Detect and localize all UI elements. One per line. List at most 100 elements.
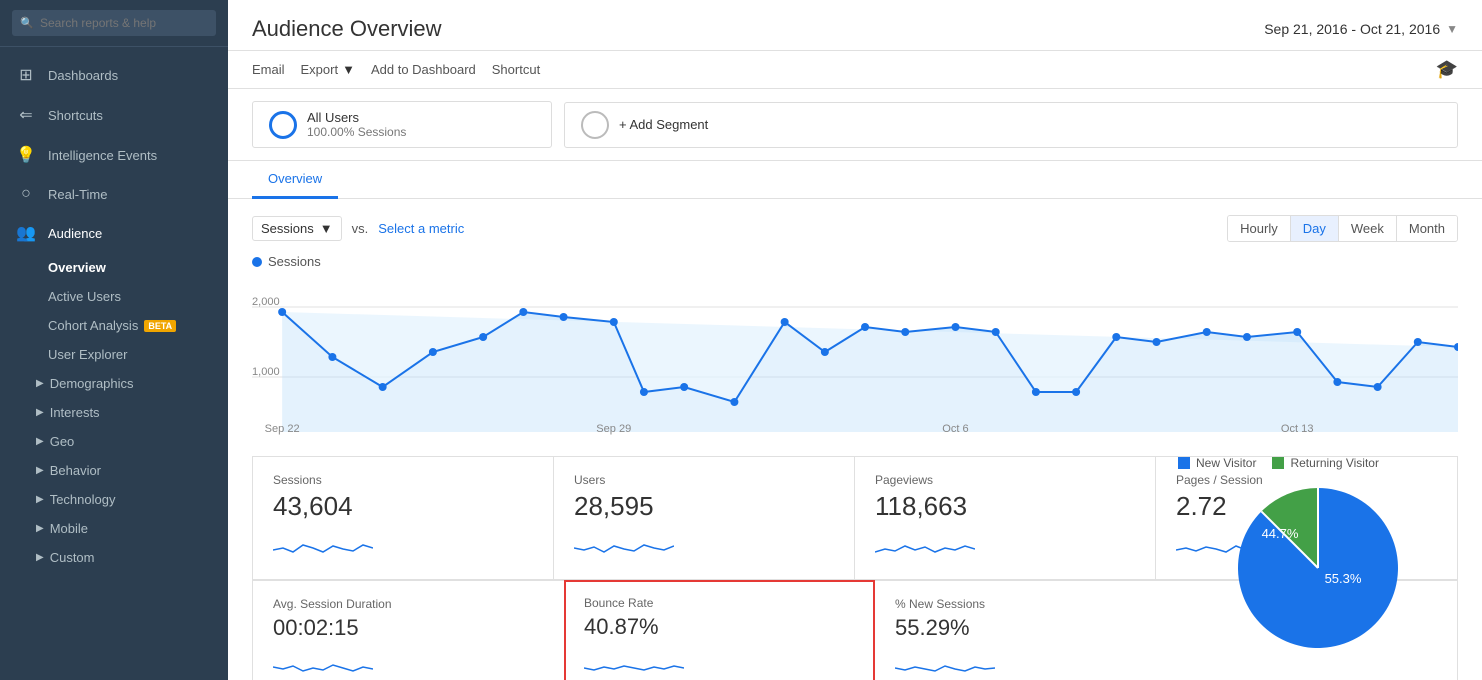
export-button[interactable]: Export <box>301 60 339 79</box>
segment-name: All Users <box>307 110 406 125</box>
new-sessions-label: % New Sessions <box>895 597 1166 611</box>
search-input[interactable] <box>12 10 216 36</box>
demographics-label: Demographics <box>50 376 134 391</box>
main-content: Audience Overview Sep 21, 2016 - Oct 21,… <box>228 0 1482 680</box>
y-label-2000: 2,000 <box>252 296 280 308</box>
sessions-value: 43,604 <box>273 491 533 522</box>
new-visitor-color <box>1178 457 1190 469</box>
time-btn-week[interactable]: Week <box>1339 216 1397 241</box>
line-chart: 2,000 1,000 <box>252 277 1458 440</box>
sidebar-sub-cohort[interactable]: Cohort Analysis BETA <box>0 311 228 340</box>
segment-pill-1[interactable]: All Users 100.00% Sessions <box>252 101 552 148</box>
bounce-rate-label: Bounce Rate <box>584 596 855 610</box>
returning-visitor-label: Returning Visitor <box>1290 456 1379 470</box>
pageviews-label: Pageviews <box>875 473 1135 487</box>
sidebar-item-label: Audience <box>48 226 102 241</box>
chevron-right-icon: ▶ <box>36 378 44 389</box>
date-dropdown-icon: ▼ <box>1446 22 1458 36</box>
add-segment-button[interactable]: + Add Segment <box>564 102 1458 148</box>
pie-legend: New Visitor Returning Visitor <box>1178 456 1458 470</box>
technology-label: Technology <box>50 492 116 507</box>
metric-selector[interactable]: Sessions ▼ <box>252 216 342 241</box>
shortcut-button[interactable]: Shortcut <box>492 60 540 79</box>
pageviews-sparkline <box>875 530 975 560</box>
date-range-picker[interactable]: Sep 21, 2016 - Oct 21, 2016 ▼ <box>1264 21 1458 37</box>
segment-circle-1 <box>269 111 297 139</box>
bounce-rate-sparkline <box>584 648 684 678</box>
segment-info: All Users 100.00% Sessions <box>307 110 406 139</box>
new-pct-label: 55.3% <box>1325 571 1362 586</box>
svg-text:Oct 6: Oct 6 <box>942 423 968 435</box>
sidebar-search-container: 🔍 <box>0 0 228 47</box>
beta-badge: BETA <box>144 320 176 332</box>
pie-chart-svg: 55.3% 44.7% <box>1228 478 1408 658</box>
vs-label: vs. <box>352 221 369 236</box>
time-btn-day[interactable]: Day <box>1291 216 1339 241</box>
sidebar-item-audience[interactable]: 👥 Audience <box>0 213 228 253</box>
sidebar-item-label: Intelligence Events <box>48 148 157 163</box>
time-btn-hourly[interactable]: Hourly <box>1228 216 1291 241</box>
avg-session-label: Avg. Session Duration <box>273 597 544 611</box>
sidebar-item-realtime[interactable]: ○ Real-Time <box>0 175 228 213</box>
page-title: Audience Overview <box>252 16 442 42</box>
time-btn-month[interactable]: Month <box>1397 216 1457 241</box>
metric-sessions: Sessions 43,604 <box>253 457 554 580</box>
metric-selector-icon: ▼ <box>320 221 333 236</box>
active-users-label: Active Users <box>48 289 121 304</box>
svg-text:Sep 22: Sep 22 <box>265 423 300 435</box>
chevron-right-icon: ▶ <box>36 436 44 447</box>
search-icon: 🔍 <box>20 17 34 30</box>
new-visitor-label: New Visitor <box>1196 456 1256 470</box>
sidebar-item-dashboards[interactable]: ⊞ Dashboards <box>0 55 228 95</box>
sidebar-sub-user-explorer[interactable]: User Explorer <box>0 340 228 369</box>
sessions-chart-svg: 2,000 1,000 <box>252 277 1458 437</box>
sidebar-sub-interests[interactable]: ▶ Interests <box>0 398 228 427</box>
y-label-1000: 1,000 <box>252 366 280 378</box>
sidebar-sub-behavior[interactable]: ▶ Behavior <box>0 456 228 485</box>
intelligence-icon: 💡 <box>16 145 36 165</box>
new-sessions-sparkline <box>895 649 995 679</box>
new-sessions-value: 55.29% <box>895 615 1166 641</box>
sidebar-sub-demographics[interactable]: ▶ Demographics <box>0 369 228 398</box>
bounce-rate-value: 40.87% <box>584 614 855 640</box>
email-button[interactable]: Email <box>252 60 285 79</box>
bottom-section: Sessions 43,604 Users 28,595 Pageviews 1… <box>252 456 1458 680</box>
sidebar-item-intelligence[interactable]: 💡 Intelligence Events <box>0 135 228 175</box>
help-icon[interactable]: 🎓 <box>1436 59 1458 79</box>
page-header: Audience Overview Sep 21, 2016 - Oct 21,… <box>228 0 1482 51</box>
users-value: 28,595 <box>574 491 834 522</box>
sidebar-sub-active-users[interactable]: Active Users <box>0 282 228 311</box>
chart-legend: Sessions <box>252 254 1458 269</box>
action-toolbar: Email Export ▼ Add to Dashboard Shortcut… <box>228 51 1482 89</box>
chevron-right-icon: ▶ <box>36 494 44 505</box>
metric-avg-session: Avg. Session Duration 00:02:15 <box>253 581 565 680</box>
segment-bar: All Users 100.00% Sessions + Add Segment <box>228 89 1482 161</box>
geo-label: Geo <box>50 434 75 449</box>
metric-selector-label: Sessions <box>261 221 314 236</box>
shortcuts-icon: ⇐ <box>16 105 36 125</box>
sidebar-sub-technology[interactable]: ▶ Technology <box>0 485 228 514</box>
metric-users: Users 28,595 <box>554 457 855 580</box>
sessions-legend-dot <box>252 257 262 267</box>
pie-chart-container: 55.3% 44.7% <box>1178 478 1458 658</box>
add-to-dashboard-button[interactable]: Add to Dashboard <box>371 60 476 79</box>
realtime-icon: ○ <box>16 185 36 203</box>
behavior-label: Behavior <box>50 463 101 478</box>
sessions-legend-label: Sessions <box>268 254 321 269</box>
sidebar-sub-custom[interactable]: ▶ Custom <box>0 543 228 572</box>
pie-chart-section: New Visitor Returning Visitor 5 <box>1178 456 1458 658</box>
sidebar-sub-geo[interactable]: ▶ Geo <box>0 427 228 456</box>
select-metric-link[interactable]: Select a metric <box>378 221 464 236</box>
tab-overview[interactable]: Overview <box>252 161 338 199</box>
users-label: Users <box>574 473 834 487</box>
sidebar-sub-mobile[interactable]: ▶ Mobile <box>0 514 228 543</box>
interests-label: Interests <box>50 405 100 420</box>
chevron-right-icon: ▶ <box>36 523 44 534</box>
chart-controls-left: Sessions ▼ vs. Select a metric <box>252 216 464 241</box>
sidebar-item-shortcuts[interactable]: ⇐ Shortcuts <box>0 95 228 135</box>
chart-controls: Sessions ▼ vs. Select a metric Hourly Da… <box>252 215 1458 242</box>
sidebar-sub-overview[interactable]: Overview <box>0 253 228 282</box>
sidebar: 🔍 ⊞ Dashboards ⇐ Shortcuts 💡 Intelligenc… <box>0 0 228 680</box>
export-dropdown[interactable]: Export ▼ <box>301 60 355 79</box>
svg-text:Oct 13: Oct 13 <box>1281 423 1314 435</box>
